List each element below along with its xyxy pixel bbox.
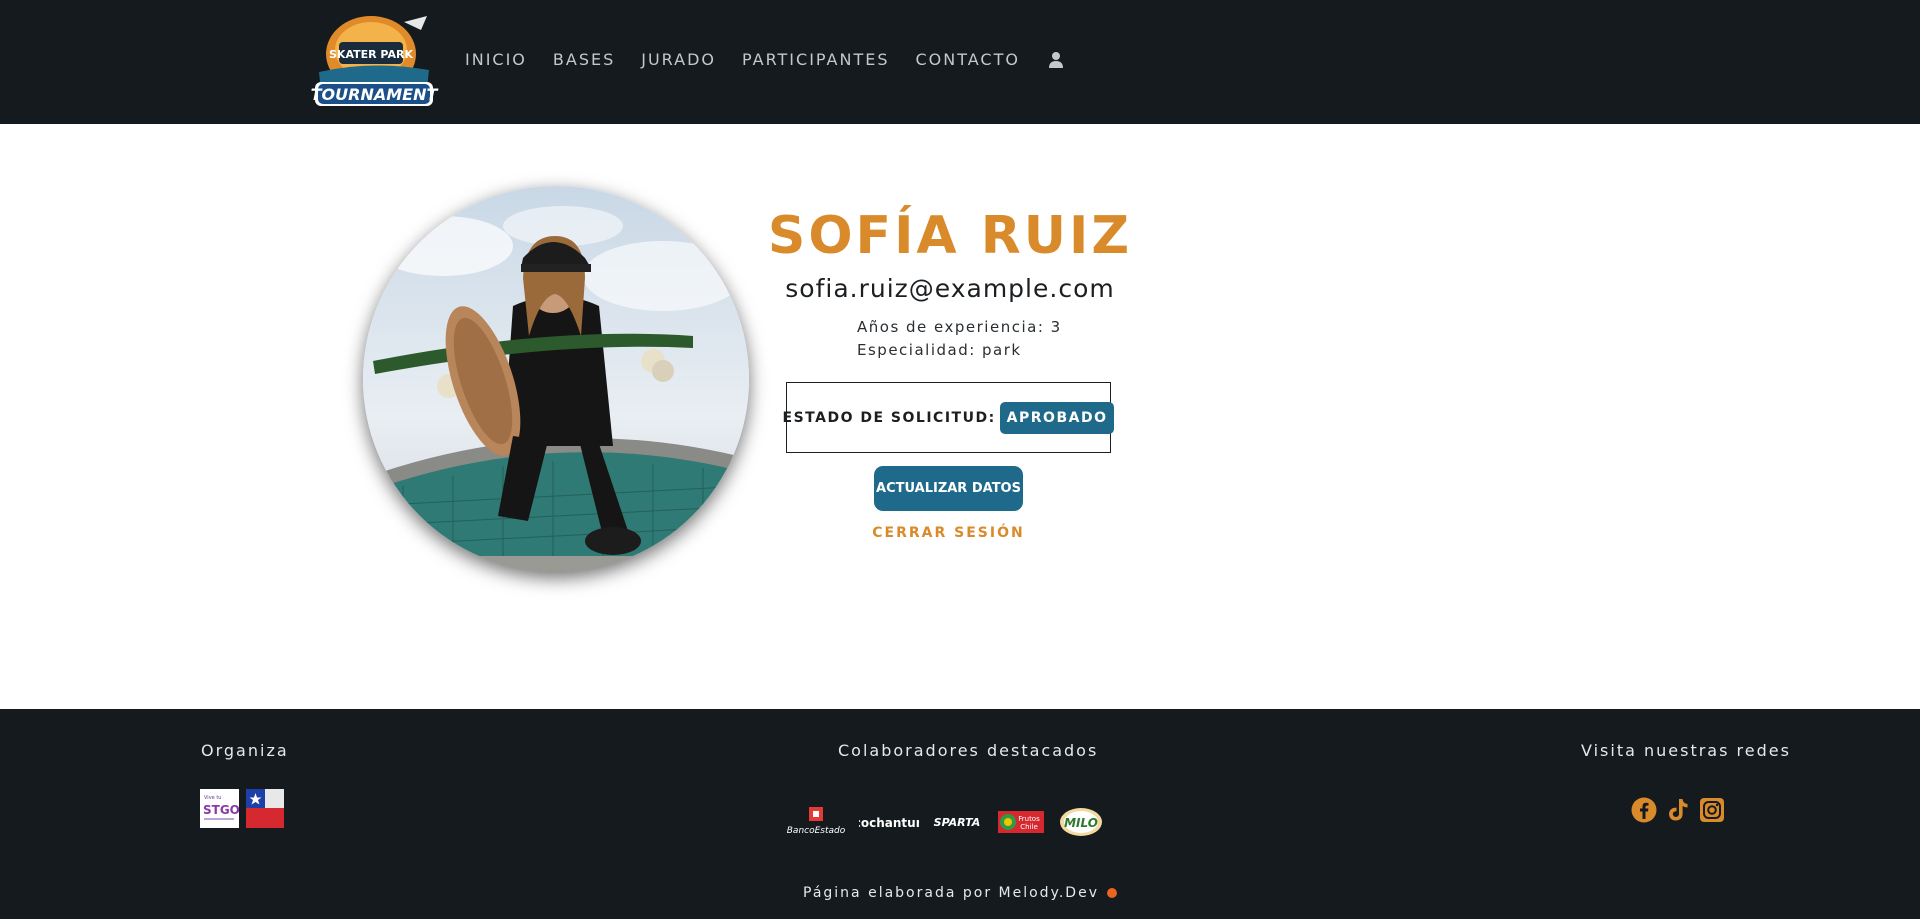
frutos-chile-logo[interactable]: Frutos Chile	[995, 805, 1047, 839]
nav-inicio[interactable]: INICIO	[465, 50, 527, 69]
social-title: Visita nuestras redes	[1581, 741, 1791, 760]
profile-info: SOFÍA RUIZ sofia.ruiz@example.com Años d…	[760, 200, 1140, 362]
profile-meta: Años de experiencia: 3 Especialidad: par…	[857, 316, 1140, 362]
instagram-icon[interactable]	[1699, 797, 1725, 823]
update-data-button[interactable]: ACTUALIZAR DATOS	[874, 466, 1023, 511]
melody-dot-icon	[1106, 888, 1117, 898]
organiza-title: Organiza	[201, 741, 289, 760]
nav-jurado[interactable]: JURADO	[641, 50, 716, 69]
top-navbar: SKATER PARK TOURNAMENT INICIO BASES JURA…	[0, 0, 1920, 124]
bancoestado-logo[interactable]: BancoEstado	[783, 805, 849, 839]
tiktok-icon[interactable]	[1665, 797, 1691, 823]
stgo-logo[interactable]: Vive tu STGO	[200, 789, 240, 828]
svg-text:BancoEstado: BancoEstado	[787, 826, 846, 836]
nav-bases[interactable]: BASES	[553, 50, 615, 69]
milo-logo[interactable]: MILO	[1057, 805, 1105, 839]
user-icon[interactable]	[1048, 51, 1064, 69]
sparta-logo[interactable]: SPARTA	[929, 805, 985, 839]
profile-photo	[363, 186, 749, 572]
cochrantun-logo[interactable]: cochantun	[859, 805, 919, 839]
logout-link[interactable]: CERRAR SESIÓN	[850, 525, 1047, 541]
svg-text:Chile: Chile	[1020, 823, 1038, 831]
collab-title: Colaboradores destacados	[838, 741, 1099, 760]
social-links	[1631, 797, 1725, 823]
collaborator-logos: BancoEstado cochantun SPARTA Frutos Chil…	[783, 805, 1105, 839]
svg-text:Frutos: Frutos	[1018, 815, 1040, 823]
credit-text: Página elaborada por Melody.Dev	[0, 885, 1920, 901]
footer: Organiza Colaboradores destacados Visita…	[0, 709, 1920, 919]
tournament-logo[interactable]: SKATER PARK TOURNAMENT	[309, 12, 439, 112]
profile-email: sofia.ruiz@example.com	[785, 274, 1115, 303]
facebook-icon[interactable]	[1631, 797, 1657, 823]
nav-contacto[interactable]: CONTACTO	[915, 50, 1019, 69]
svg-text:Vive tu: Vive tu	[204, 795, 221, 801]
credit-label: Página elaborada por Melody.Dev	[803, 885, 1099, 901]
nav-participantes[interactable]: PARTICIPANTES	[742, 50, 889, 69]
experience-text: Años de experiencia: 3	[857, 318, 1062, 336]
profile-name: SOFÍA RUIZ	[767, 206, 1133, 266]
organizer-logos: Vive tu STGO	[200, 789, 284, 828]
gobierno-chile-logo[interactable]	[246, 789, 284, 828]
status-label: ESTADO DE SOLICITUD:	[782, 409, 996, 426]
svg-text:SPARTA: SPARTA	[934, 816, 981, 829]
status-badge: APROBADO	[999, 401, 1115, 434]
specialty-text: Especialidad: park	[857, 341, 1022, 359]
svg-text:STGO: STGO	[203, 803, 239, 817]
svg-text:MILO: MILO	[1064, 816, 1098, 830]
application-status-box: ESTADO DE SOLICITUD: APROBADO	[782, 382, 1115, 453]
svg-text:cochantun: cochantun	[859, 816, 919, 830]
svg-text:TOURNAMENT: TOURNAMENT	[311, 85, 439, 104]
svg-text:SKATER PARK: SKATER PARK	[329, 48, 413, 61]
main-nav: INICIO BASES JURADO PARTICIPANTES CONTAC…	[465, 50, 1064, 69]
